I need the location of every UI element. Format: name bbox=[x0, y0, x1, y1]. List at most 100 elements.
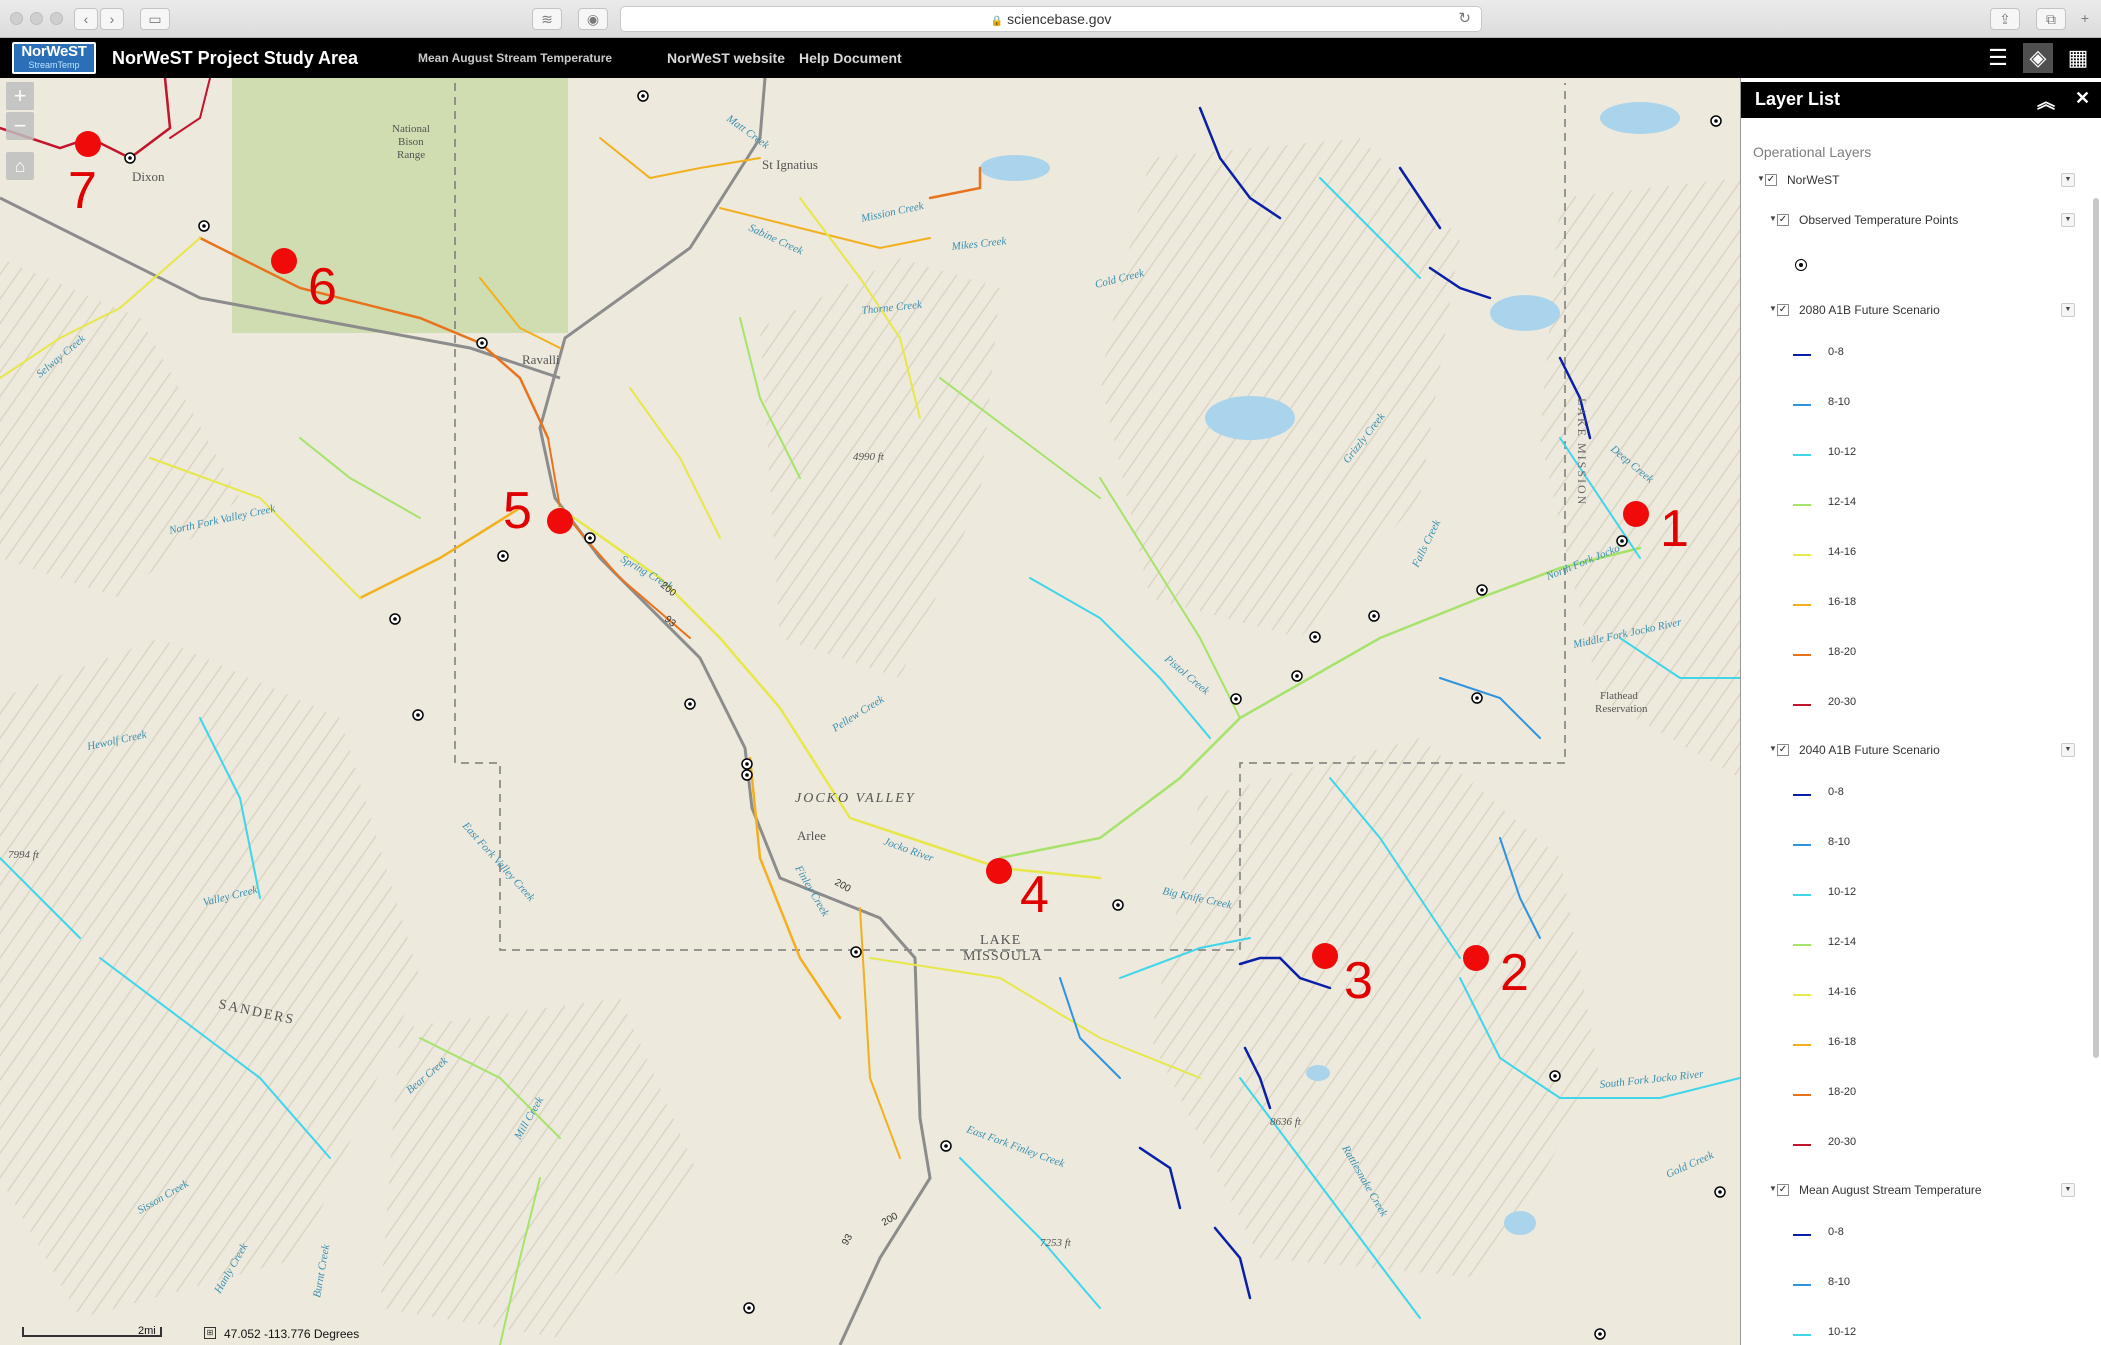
place-label: Dixon bbox=[132, 169, 165, 184]
rss-icon[interactable]: ≋ bbox=[532, 8, 562, 30]
layer-checkbox[interactable]: ✓ bbox=[1777, 214, 1789, 226]
app-subtitle: Mean August Stream Temperature bbox=[418, 51, 613, 65]
expand-triangle-icon[interactable]: ▼ bbox=[1769, 214, 1777, 223]
place-label: St Ignatius bbox=[762, 157, 818, 172]
sidebar-toggle-icon[interactable]: ▭ bbox=[140, 8, 170, 30]
layer-checkbox[interactable]: ✓ bbox=[1777, 304, 1789, 316]
tabs-icon[interactable]: ⧉ bbox=[2036, 8, 2066, 30]
browser-toolbar: ‹ › ▭ ≋ ◉ 🔒 sciencebase.gov ↻ ⇪ ⧉ + bbox=[0, 0, 2101, 38]
layer-list-header: Layer List ︽ ✕ bbox=[1741, 82, 2101, 118]
legend-item: 18-20 bbox=[1741, 646, 2089, 666]
norwest-logo[interactable]: NorWeST StreamTemp bbox=[12, 42, 96, 74]
window-minimize-button[interactable] bbox=[30, 12, 43, 25]
place-label: Flathead bbox=[1600, 690, 1638, 702]
panel-scrollbar[interactable] bbox=[2093, 198, 2099, 1058]
lock-icon: 🔒 bbox=[990, 16, 1004, 27]
legend-swatch bbox=[1793, 1044, 1811, 1046]
map-canvas[interactable]: St Ignatius Ravalli Dixon JOCKO VALLEY A… bbox=[0, 78, 1740, 1345]
elevation-label: 8636 ft bbox=[1270, 1116, 1302, 1128]
legend-item: 8-10 bbox=[1741, 396, 2089, 416]
layer-row-norwest[interactable]: ▼ ✓ NorWeST ▼ bbox=[1741, 172, 2089, 192]
legend-swatch bbox=[1793, 944, 1811, 946]
site-label-3: 3 bbox=[1344, 952, 1373, 1010]
collapse-panel-icon[interactable]: ︽ bbox=[2037, 88, 2055, 114]
site-marker-3 bbox=[1312, 943, 1338, 969]
legend-item: 0-8 bbox=[1741, 1226, 2089, 1246]
place-label: MISSOULA bbox=[963, 949, 1043, 964]
site-label-2: 2 bbox=[1500, 944, 1529, 1002]
layer-checkbox[interactable]: ✓ bbox=[1765, 174, 1777, 186]
legend-swatch bbox=[1793, 994, 1811, 996]
place-label: Arlee bbox=[797, 828, 826, 843]
layer-checkbox[interactable]: ✓ bbox=[1777, 1184, 1789, 1196]
layer-row-observed-points[interactable]: ▼ ✓ Observed Temperature Points ▼ bbox=[1741, 212, 2089, 232]
legend-swatch bbox=[1793, 1094, 1811, 1096]
legend-item: 10-12 bbox=[1741, 446, 2089, 466]
legend-item: 14-16 bbox=[1741, 986, 2089, 1006]
scale-label: 2mi bbox=[138, 1325, 156, 1337]
legend-swatch bbox=[1793, 504, 1811, 506]
window-close-button[interactable] bbox=[10, 12, 23, 25]
close-panel-icon[interactable]: ✕ bbox=[2075, 88, 2090, 109]
norwest-website-link[interactable]: NorWeST website bbox=[667, 50, 785, 66]
place-label: Ravalli bbox=[522, 352, 560, 367]
window-zoom-button[interactable] bbox=[50, 12, 63, 25]
list-icon[interactable]: ☰ bbox=[1983, 43, 2013, 73]
site-label-1: 1 bbox=[1660, 500, 1689, 558]
reload-icon[interactable]: ↻ bbox=[1458, 7, 1471, 31]
zoom-out-button[interactable]: − bbox=[6, 112, 34, 140]
legend-swatch bbox=[1793, 354, 1811, 356]
layer-menu-button[interactable]: ▼ bbox=[2061, 173, 2075, 187]
url-text: sciencebase.gov bbox=[1007, 11, 1112, 27]
expand-triangle-icon[interactable]: ▼ bbox=[1757, 174, 1765, 183]
layer-list-body: Operational Layers ▼ ✓ NorWeST ▼ ▼ ✓ Obs… bbox=[1741, 118, 2089, 1345]
expand-triangle-icon[interactable]: ▼ bbox=[1769, 304, 1777, 313]
site-marker-7 bbox=[75, 131, 101, 157]
expand-triangle-icon[interactable]: ▼ bbox=[1769, 1184, 1777, 1193]
forward-button[interactable]: › bbox=[100, 8, 124, 30]
legend-swatch bbox=[1793, 894, 1811, 896]
home-icon[interactable]: ⌂ bbox=[6, 152, 34, 180]
legend-swatch bbox=[1793, 1234, 1811, 1236]
legend-item: 8-10 bbox=[1741, 836, 2089, 856]
place-label: JOCKO VALLEY bbox=[795, 791, 916, 806]
layer-row-2040-scenario[interactable]: ▼ ✓ 2040 A1B Future Scenario ▼ bbox=[1741, 742, 2089, 762]
legend-swatch bbox=[1793, 1284, 1811, 1286]
layer-checkbox[interactable]: ✓ bbox=[1777, 744, 1789, 756]
legend-swatch bbox=[1793, 794, 1811, 796]
layer-list-title: Layer List bbox=[1755, 89, 1841, 109]
new-tab-icon[interactable]: + bbox=[2074, 8, 2096, 30]
legend-item: 18-20 bbox=[1741, 1086, 2089, 1106]
layer-menu-button[interactable]: ▼ bbox=[2061, 743, 2075, 757]
site-marker-5 bbox=[547, 508, 573, 534]
legend-item: 16-18 bbox=[1741, 1036, 2089, 1056]
legend-item: 8-10 bbox=[1741, 1276, 2089, 1296]
grid-icon[interactable]: ▦ bbox=[2063, 43, 2093, 73]
layers-icon[interactable]: ◈ bbox=[2023, 43, 2053, 73]
layer-menu-button[interactable]: ▼ bbox=[2061, 1183, 2075, 1197]
layer-menu-button[interactable]: ▼ bbox=[2061, 303, 2075, 317]
layer-row-mean-august-temp[interactable]: ▼ ✓ Mean August Stream Temperature ▼ bbox=[1741, 1182, 2089, 1202]
coordinates-readout: 47.052 -113.776 Degrees bbox=[224, 1327, 360, 1341]
expand-triangle-icon[interactable]: ▼ bbox=[1769, 744, 1777, 753]
map-view[interactable]: St Ignatius Ravalli Dixon JOCKO VALLEY A… bbox=[0, 78, 1740, 1345]
layer-menu-button[interactable]: ▼ bbox=[2061, 213, 2075, 227]
place-label: Reservation bbox=[1595, 703, 1648, 715]
back-button[interactable]: ‹ bbox=[74, 8, 98, 30]
legend-swatch bbox=[1793, 454, 1811, 456]
zoom-in-button[interactable]: + bbox=[6, 82, 34, 110]
legend-swatch bbox=[1793, 404, 1811, 406]
help-document-link[interactable]: Help Document bbox=[799, 50, 902, 66]
coordinate-toggle-icon[interactable]: ⊞ bbox=[204, 1327, 216, 1339]
site-marker-4 bbox=[986, 858, 1012, 884]
site-label-7: 7 bbox=[68, 162, 97, 220]
legend-item: 12-14 bbox=[1741, 936, 2089, 956]
elevation-label: 7253 ft bbox=[1040, 1237, 1072, 1249]
legend-item: 0-8 bbox=[1741, 346, 2089, 366]
share-icon[interactable]: ⇪ bbox=[1990, 8, 2020, 30]
elevation-label: 4990 ft bbox=[853, 451, 885, 463]
layer-row-2080-scenario[interactable]: ▼ ✓ 2080 A1B Future Scenario ▼ bbox=[1741, 302, 2089, 322]
legend-item: 20-30 bbox=[1741, 1136, 2089, 1156]
privacy-icon[interactable]: ◉ bbox=[578, 8, 608, 30]
address-bar[interactable]: 🔒 sciencebase.gov ↻ bbox=[620, 6, 1482, 32]
